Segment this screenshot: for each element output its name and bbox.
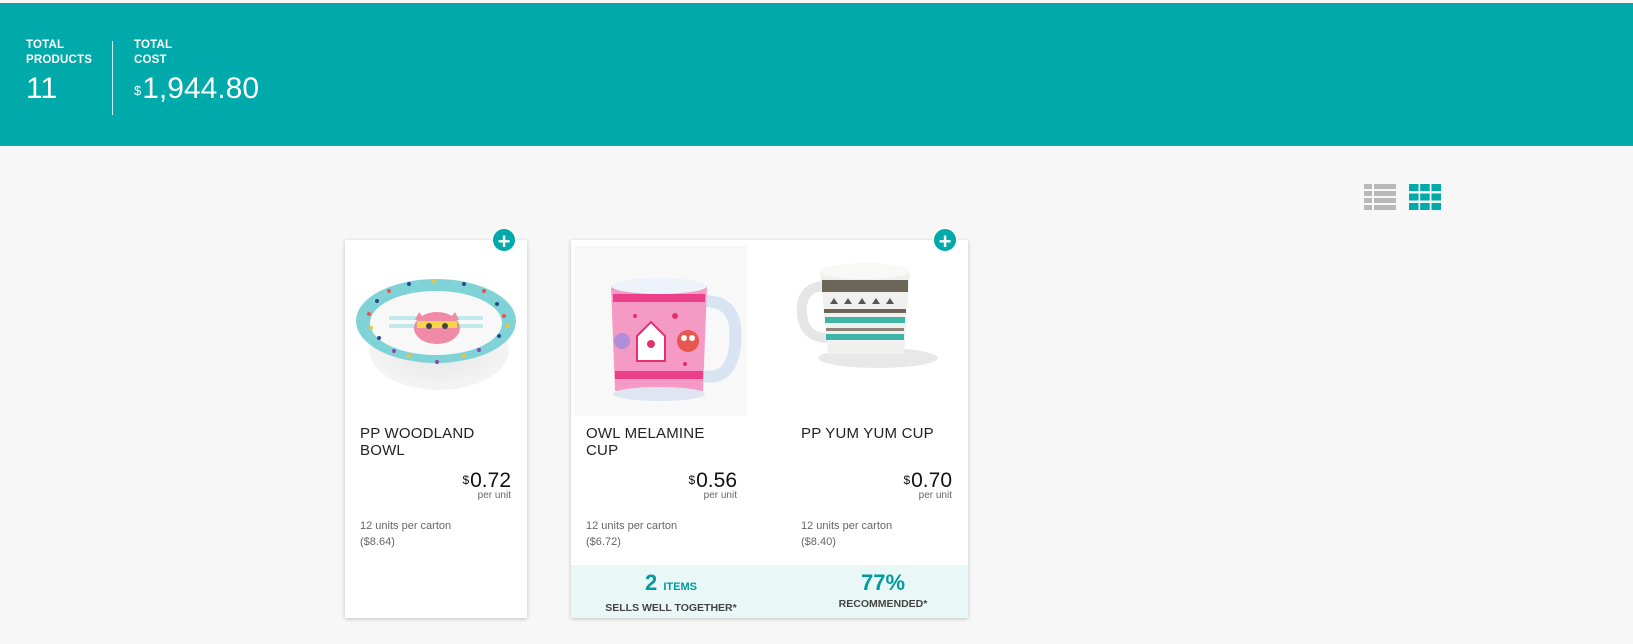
total-cost-label: TOTAL COST	[134, 38, 259, 68]
product-carton-info: 12 units per carton ($6.72)	[586, 518, 677, 550]
bundle-recommended-stat: 77% RECOMMENDED*	[783, 571, 983, 611]
price-currency: $	[688, 473, 696, 487]
price-value: 0.72	[470, 469, 511, 492]
plus-icon: +	[938, 229, 952, 254]
total-cost-value: $1,944.80	[134, 72, 259, 106]
bundle-stats-bar: 2 ITEMS SELLS WELL TOGETHER* 77% RECOMME…	[571, 565, 968, 618]
product-carton-info: 12 units per carton ($8.64)	[360, 518, 451, 550]
product-owl-melamine-cup[interactable]: OWL MELAMINE CUP $0.56 per unit 12 units…	[571, 240, 753, 565]
list-view-button[interactable]	[1364, 184, 1396, 210]
bundle-items-word: ITEMS	[663, 581, 697, 593]
price-per-unit-label: per unit	[918, 490, 952, 501]
owl-melamine-cup-image	[575, 246, 747, 416]
total-products-label-line2: PRODUCTS	[26, 54, 93, 66]
price-per-unit-label: per unit	[477, 490, 511, 501]
price-currency: $	[903, 473, 911, 487]
yum-yum-cup-image	[790, 246, 962, 416]
list-view-icon	[1364, 184, 1396, 210]
add-bundle-to-cart-button[interactable]: +	[932, 227, 958, 254]
woodland-bowl-image	[349, 246, 521, 416]
bundle-recommended-value: 77%	[860, 570, 906, 595]
product-yum-yum-cup[interactable]: PP YUM YUM CUP $0.70 per unit 12 units p…	[786, 240, 968, 565]
product-carton-info: 12 units per carton ($8.40)	[801, 518, 892, 550]
total-cost-currency: $	[134, 83, 142, 98]
add-to-cart-button[interactable]: +	[491, 227, 517, 254]
units-per-carton: 12 units per carton	[586, 520, 678, 532]
total-products-stat: TOTAL PRODUCTS 11	[26, 38, 96, 106]
product-price: $0.56 per unit	[688, 470, 737, 501]
carton-price: ($8.64)	[360, 536, 395, 548]
bundle-recommended-label: RECOMMENDED*	[838, 598, 928, 610]
grid-view-button[interactable]	[1409, 184, 1441, 210]
plus-icon: +	[497, 229, 511, 254]
product-name[interactable]: PP YUM YUM CUP	[801, 425, 951, 442]
product-card-woodland-bowl[interactable]: PP WOODLAND BOWL $0.72 per unit 12 units…	[345, 227, 527, 618]
bundle-items-stat: 2 ITEMS SELLS WELL TOGETHER*	[571, 571, 771, 615]
summary-header: TOTAL PRODUCTS 11 TOTAL COST $1,944.80	[0, 3, 1633, 146]
bundle-items-count: 2	[645, 570, 658, 595]
total-cost-label-line1: TOTAL	[134, 39, 173, 51]
total-products-value: 11	[26, 72, 58, 105]
carton-price: ($8.40)	[801, 536, 836, 548]
carton-price: ($6.72)	[586, 536, 621, 548]
total-products-label: TOTAL PRODUCTS	[26, 38, 96, 68]
total-products-label-line1: TOTAL	[26, 39, 65, 51]
header-divider	[112, 41, 113, 115]
units-per-carton: 12 units per carton	[360, 520, 452, 532]
product-woodland-bowl[interactable]: PP WOODLAND BOWL $0.72 per unit 12 units…	[345, 240, 527, 565]
price-value: 0.56	[696, 469, 737, 492]
bundle-items-label: SELLS WELL TOGETHER*	[605, 602, 737, 614]
total-cost-label-line2: COST	[134, 54, 167, 66]
bundle-items-value: 2 ITEMS	[571, 571, 771, 599]
total-cost-stat: TOTAL COST $1,944.80	[134, 38, 259, 106]
product-bundle-card[interactable]: OWL MELAMINE CUP $0.56 per unit 12 units…	[571, 227, 968, 618]
price-per-unit-label: per unit	[703, 490, 737, 501]
grid-view-icon	[1409, 184, 1441, 210]
product-price: $0.72 per unit	[462, 470, 511, 501]
total-cost-amount: 1,944.80	[142, 72, 260, 105]
price-currency: $	[462, 473, 470, 487]
product-name[interactable]: PP WOODLAND BOWL	[360, 425, 510, 459]
price-value: 0.70	[911, 469, 952, 492]
product-price: $0.70 per unit	[903, 470, 952, 501]
product-name[interactable]: OWL MELAMINE CUP	[586, 425, 736, 459]
units-per-carton: 12 units per carton	[801, 520, 893, 532]
